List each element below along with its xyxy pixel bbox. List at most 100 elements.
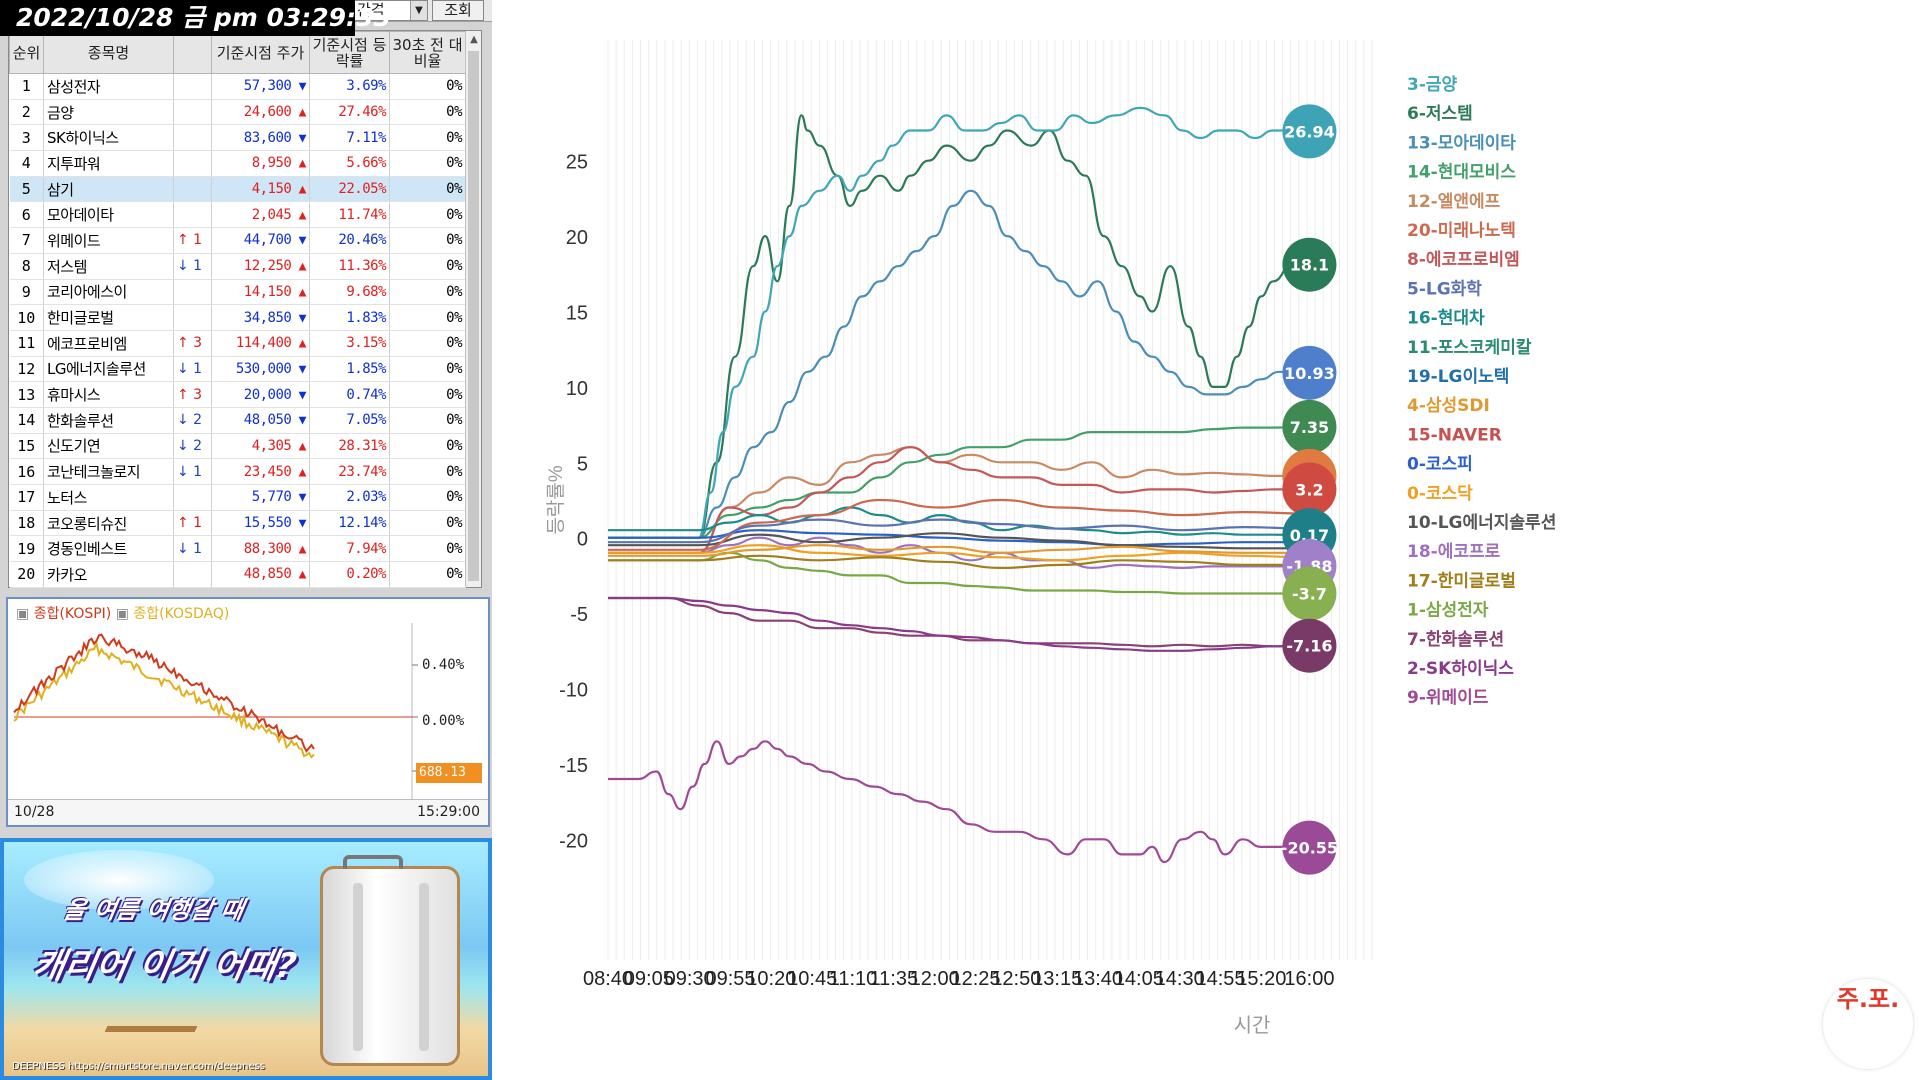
- table-scrollbar[interactable]: ▲: [465, 31, 481, 587]
- rate-cell: 7.11%: [309, 124, 390, 152]
- table-row[interactable]: 17 노터스 5,770 ▼ 2.03% 0%: [9, 484, 466, 511]
- legend-item[interactable]: 3-금양: [1407, 75, 1458, 95]
- table-row[interactable]: 19 경동인베스트 ↓ 1 88,300 ▲ 7.94% 0%: [9, 535, 466, 563]
- price-value: 8,950: [251, 155, 292, 172]
- legend-item[interactable]: 20-미래나노텍: [1407, 221, 1516, 241]
- table-row[interactable]: 4 지투파워 8,950 ▲ 5.66% 0%: [9, 150, 466, 177]
- legend-item[interactable]: 13-모아데이타: [1407, 133, 1516, 153]
- triangle-up-icon: ▲: [291, 336, 307, 352]
- triangle-down-icon: ▼: [291, 516, 307, 532]
- legend-item[interactable]: 15-NAVER: [1407, 425, 1502, 445]
- price-cell: 34,850 ▼: [211, 304, 310, 331]
- rank-cell: 19: [9, 535, 44, 563]
- triangle-down-icon: ▼: [291, 233, 307, 249]
- legend-item[interactable]: 2-SK하이닉스: [1407, 659, 1514, 679]
- rank-cell: 5: [9, 176, 44, 203]
- table-row[interactable]: 20 카카오 48,850 ▲ 0.20% 0%: [9, 561, 466, 588]
- legend-item[interactable]: 17-한미글로벌: [1407, 571, 1516, 591]
- table-row[interactable]: 1 삼성전자 57,300 ▼ 3.69% 0%: [9, 73, 466, 100]
- table-row[interactable]: 7 위메이드 ↑ 1 44,700 ▼ 20.46% 0%: [9, 227, 466, 254]
- triangle-up-icon: ▲: [291, 105, 307, 121]
- mini-date: 10/28: [14, 804, 55, 820]
- ad-banner[interactable]: 올 여름 여행갈 때 캐리어 이거 어때? DEEPNESS https://s…: [0, 838, 492, 1080]
- rate-chart-plot: 2520151050-5-10-15-2008:4009:0509:3009:5…: [545, 40, 1556, 1037]
- table-row[interactable]: 11 에코프로비엠 ↑ 3 114,400 ▲ 3.15% 0%: [9, 330, 466, 357]
- scroll-thumb[interactable]: [468, 51, 479, 581]
- rate-cell: 0.20%: [309, 561, 390, 588]
- table-row[interactable]: 13 휴마시스 ↑ 3 20,000 ▼ 0.74% 0%: [9, 381, 466, 408]
- legend-item[interactable]: 4-삼성SDI: [1407, 396, 1490, 416]
- kosdaq-line: [13, 640, 315, 759]
- price-value: 5,770: [251, 489, 292, 506]
- triangle-up-icon: ▲: [291, 567, 307, 583]
- triangle-down-icon: ▼: [291, 361, 307, 377]
- col-header-name[interactable]: 종목명: [43, 31, 174, 74]
- ad-footer[interactable]: DEEPNESS https://smartstore.naver.com/de…: [12, 1061, 265, 1072]
- legend-item[interactable]: 7-한화솔루션: [1407, 630, 1504, 650]
- legend-item[interactable]: 11-포스코케미칼: [1407, 338, 1532, 358]
- rank-change-cell: ↓ 1: [173, 535, 212, 563]
- table-row[interactable]: 12 LG에너지솔루션 ↓ 1 530,000 ▼ 1.85% 0%: [9, 356, 466, 383]
- end-marker-label: 26.94: [1284, 122, 1335, 141]
- legend-item[interactable]: 5-LG화학: [1407, 279, 1482, 299]
- legend-item[interactable]: 0-코스피: [1407, 455, 1473, 475]
- table-row[interactable]: 14 한화솔루션 ↓ 2 48,050 ▼ 7.05% 0%: [9, 407, 466, 434]
- table-row[interactable]: 16 코난테크놀로지 ↓ 1 23,450 ▲ 23.74% 0%: [9, 458, 466, 485]
- legend-item[interactable]: 14-현대모비스: [1407, 163, 1516, 183]
- legend-item[interactable]: 18-에코프로: [1407, 542, 1501, 562]
- price-cell: 23,450 ▲: [211, 458, 310, 485]
- price-value: 20,000: [243, 386, 292, 403]
- col-header-change[interactable]: [173, 31, 212, 74]
- rank-cell: 14: [9, 407, 44, 434]
- rank-change-cell: ↑ 1: [173, 510, 212, 537]
- legend-item[interactable]: 16-현대차: [1407, 309, 1485, 329]
- ratio-cell: 0%: [389, 484, 466, 511]
- price-value: 44,700: [243, 232, 292, 249]
- y-tick-label: -20: [559, 830, 588, 852]
- price-cell: 24,600 ▲: [211, 99, 310, 126]
- col-header-rank[interactable]: 순위: [9, 31, 44, 74]
- col-header-price[interactable]: 기준시점 주가: [211, 31, 310, 74]
- table-row[interactable]: 2 금양 24,600 ▲ 27.46% 0%: [9, 99, 466, 126]
- legend-item[interactable]: 12-엘앤에프: [1407, 192, 1501, 212]
- rate-cell: 1.85%: [309, 356, 390, 383]
- legend-item[interactable]: 1-삼성전자: [1407, 601, 1489, 621]
- table-row[interactable]: 18 코오롱티슈진 ↑ 1 15,550 ▼ 12.14% 0%: [9, 510, 466, 537]
- table-row[interactable]: 5 삼기 4,150 ▲ 22.05% 0%: [9, 176, 466, 203]
- rank-cell: 15: [9, 433, 44, 460]
- legend-item[interactable]: 19-LG이노텍: [1407, 367, 1509, 387]
- legend-item[interactable]: 6-저스템: [1407, 104, 1473, 124]
- name-cell: 코오롱티슈진: [43, 510, 174, 537]
- chevron-down-icon[interactable]: ▼: [410, 1, 427, 20]
- end-marker-label: -3.7: [1292, 585, 1327, 604]
- mouse-cursor-icon: [1600, 268, 1608, 282]
- price-value: 4,305: [251, 437, 292, 454]
- triangle-up-icon: ▲: [291, 207, 307, 223]
- table-row[interactable]: 10 한미글로벌 34,850 ▼ 1.83% 0%: [9, 304, 466, 331]
- price-cell: 114,400 ▲: [211, 330, 310, 357]
- legend-item[interactable]: 10-LG에너지솔루션: [1407, 513, 1556, 533]
- col-header-ratio[interactable]: 30초 전 대비율: [389, 31, 466, 74]
- rank-cell: 4: [9, 150, 44, 177]
- rank-change-cell: [173, 279, 212, 306]
- rank-change-cell: ↓ 2: [173, 407, 212, 434]
- y-tick-label: -5: [570, 604, 588, 626]
- rate-cell: 2.03%: [309, 484, 390, 511]
- query-button[interactable]: 조회: [432, 0, 484, 21]
- legend-item[interactable]: 9-위메이드: [1407, 688, 1489, 708]
- ratio-cell: 0%: [389, 561, 466, 588]
- price-cell: 15,550 ▼: [211, 510, 310, 537]
- y-tick-label: 5: [577, 453, 588, 475]
- triangle-down-icon: ▼: [291, 79, 307, 95]
- scroll-up-icon[interactable]: ▲: [466, 31, 482, 49]
- table-row[interactable]: 3 SK하이닉스 83,600 ▼ 7.11% 0%: [9, 124, 466, 152]
- table-row[interactable]: 15 신도기연 ↓ 2 4,305 ▲ 28.31% 0%: [9, 433, 466, 460]
- table-row[interactable]: 9 코리아에스이 14,150 ▲ 9.68% 0%: [9, 279, 466, 306]
- legend-item[interactable]: 0-코스닥: [1407, 484, 1473, 504]
- rate-cell: 3.15%: [309, 330, 390, 357]
- col-header-rate[interactable]: 기준시점 등락률: [309, 31, 390, 74]
- rank-change-cell: [173, 124, 212, 152]
- table-row[interactable]: 8 저스템 ↓ 1 12,250 ▲ 11.36% 0%: [9, 253, 466, 280]
- legend-item[interactable]: 8-에코프로비엠: [1407, 250, 1520, 270]
- table-row[interactable]: 6 모아데이타 2,045 ▲ 11.74% 0%: [9, 201, 466, 229]
